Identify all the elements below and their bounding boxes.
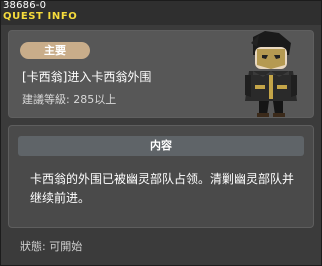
- content-header: 内容: [18, 136, 304, 156]
- quest-status: 狀態: 可開始: [20, 240, 83, 253]
- npc-portrait: [245, 31, 297, 117]
- quest-type-badge: 主要: [20, 42, 90, 59]
- quest-summary-panel: 主要 [卡西翁]进入卡西翁外围 建議等級: 285以上: [8, 30, 314, 118]
- quest-content-panel: 内容 卡西翁的外围已被幽灵部队占领。清剿幽灵部队并 继续前进。: [8, 125, 314, 228]
- title-bar[interactable]: 38686-0 QUEST INFO: [1, 1, 321, 25]
- quest-info-window: 38686-0 QUEST INFO 主要 [卡西翁]进入卡西翁外围 建議等級:…: [0, 0, 322, 266]
- recommended-level: 建議等級: 285以上: [22, 93, 117, 106]
- window-title: QUEST INFO: [3, 11, 78, 22]
- quest-description: 卡西翁的外围已被幽灵部队占领。清剿幽灵部队并 继续前进。: [30, 172, 295, 205]
- quest-name: [卡西翁]进入卡西翁外围: [22, 70, 152, 84]
- quest-id: 38686-0: [3, 0, 47, 11]
